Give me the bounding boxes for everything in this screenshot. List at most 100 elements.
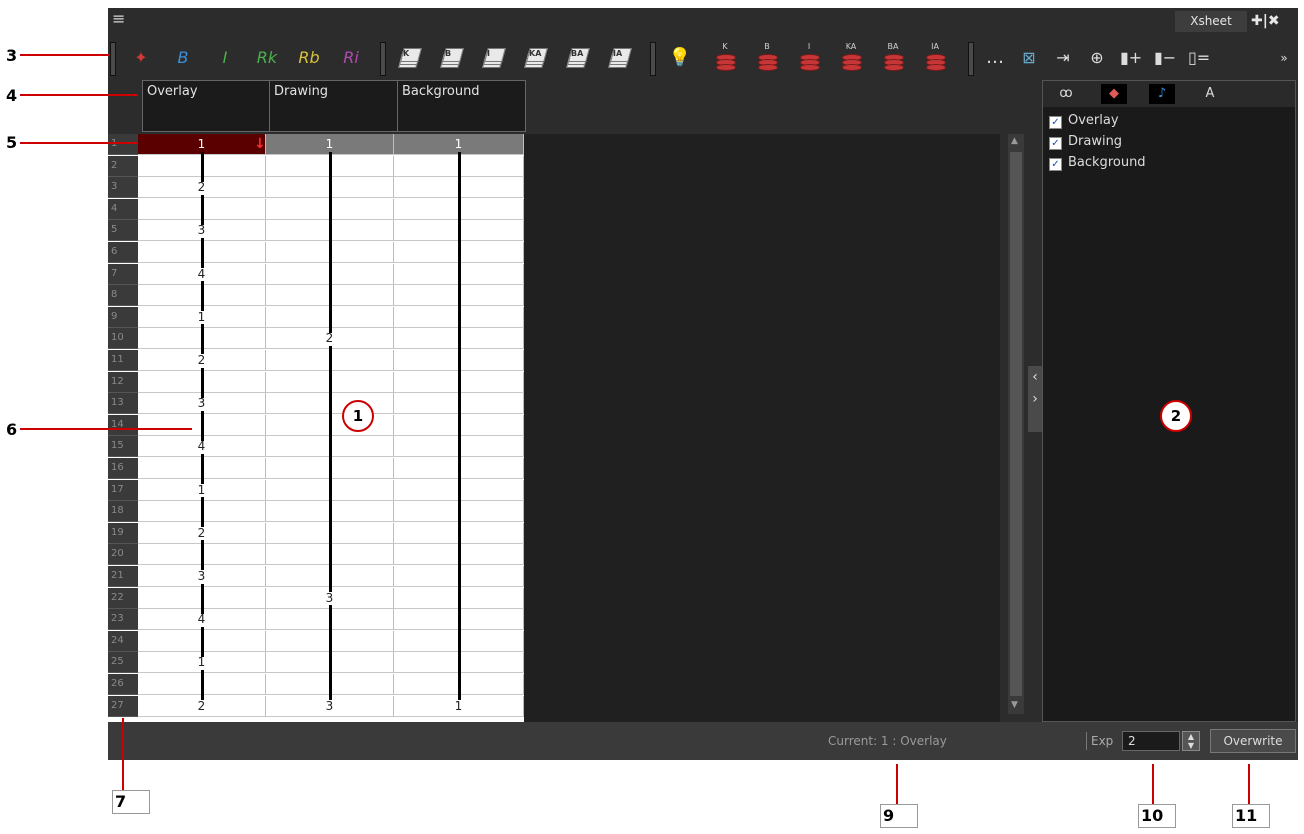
xsheet-window: ≡ Xsheet ✚|✖ ✦ B I Rk Rb Ri K B I KA BA IA 💡 K B I KA… [108,8,1298,760]
add-close-icons[interactable]: ✚|✖ [1251,11,1280,31]
frame-number[interactable]: 21 [108,566,138,587]
collapse-right-icon[interactable]: › [1028,388,1042,410]
exposure-input[interactable]: 2 [1122,731,1180,751]
frame-number[interactable]: 17 [108,480,138,501]
move-cells-icon[interactable]: ⇥ [1052,46,1074,70]
hold-line [201,670,204,700]
thumbnails-tab-icon[interactable]: ꝏ [1053,84,1079,104]
title-bar: ≡ Xsheet ✚|✖ [108,8,1298,34]
callout-5: 5 [6,133,18,152]
drawing-stack-ba-icon[interactable]: BA [566,48,590,68]
layer-stack-k-icon[interactable]: K [714,42,736,71]
menu-icon[interactable]: ≡ [112,11,128,29]
frame-number[interactable]: 24 [108,631,138,652]
layer-visibility-background[interactable]: ✓ Background [1049,153,1269,173]
hold-line [201,368,204,398]
sound-tab-icon[interactable]: ♪ [1149,84,1175,104]
frame-number[interactable]: 15 [108,436,138,457]
layer-stack-ka-icon[interactable]: KA [840,42,862,71]
add-drawing-icon[interactable]: ⊕ [1086,46,1108,70]
brush-b-icon[interactable]: B [170,46,196,70]
more-icon[interactable]: … [982,46,1008,70]
checkbox[interactable]: ✓ [1049,158,1062,171]
frame-number[interactable]: 13 [108,393,138,414]
callout-line [20,428,192,430]
callout-line [20,54,110,56]
column-header-drawing[interactable]: Drawing [269,80,398,132]
frame-number[interactable]: 5 [108,220,138,241]
callout-7: 7 [112,790,150,814]
toolbar-handle[interactable] [110,42,116,76]
frame-number[interactable]: 26 [108,674,138,695]
overflow-icon[interactable]: » [1276,46,1292,70]
checkbox[interactable]: ✓ [1049,116,1062,129]
checkbox[interactable]: ✓ [1049,137,1062,150]
callout-3: 3 [6,46,18,65]
clear-cell-icon[interactable]: ⊠ [1018,46,1040,70]
layer-stack-b-icon[interactable]: B [756,42,778,71]
column-header-overlay[interactable]: Overlay [142,80,270,132]
frame-number[interactable]: 7 [108,264,138,285]
lightbulb-add-icon[interactable]: 💡 [668,46,692,70]
callout-line [1248,764,1250,804]
layer-visibility-overlay[interactable]: ✓ Overlay [1049,111,1269,131]
drawing-stack-ka-icon[interactable]: KA [524,48,548,68]
vertical-scrollbar[interactable]: ▲ ▼ [1008,134,1024,714]
remove-frame-icon[interactable]: ▮− [1154,46,1176,70]
layer-visibility-drawing[interactable]: ✓ Drawing [1049,132,1269,152]
hold-line [201,281,204,311]
ri-icon[interactable]: Ri [338,46,364,70]
layer-stack-i-icon[interactable]: I [798,42,820,71]
insert-frame-icon[interactable]: ▮+ [1120,46,1142,70]
stepper-down-icon[interactable]: ▼ [1183,741,1199,750]
frame-number[interactable]: 23 [108,609,138,630]
frame-number[interactable]: 1 [108,134,138,155]
layer-stack-ia-icon[interactable]: IA [924,42,946,71]
fill-empty-icon[interactable]: ▯= [1188,46,1210,70]
rk-icon[interactable]: Rk [254,46,280,70]
overwrite-button[interactable]: Overwrite [1210,729,1296,753]
current-cell-readout: Current: 1 : Overlay [828,734,947,748]
frame-number[interactable]: 10 [108,328,138,349]
frame-number[interactable]: 11 [108,350,138,371]
frame-number[interactable]: 8 [108,285,138,306]
scroll-down-icon[interactable]: ▼ [1011,700,1018,710]
frame-number[interactable]: 25 [108,652,138,673]
tab-xsheet[interactable]: Xsheet [1175,11,1247,32]
frame-number[interactable]: 9 [108,307,138,328]
callout-4: 4 [6,86,18,105]
scroll-up-icon[interactable]: ▲ [1011,136,1018,146]
column-header-background[interactable]: Background [397,80,526,132]
frame-number[interactable]: 18 [108,501,138,522]
brush-i-icon[interactable]: I [212,46,238,70]
scrollbar-thumb[interactable] [1010,152,1022,696]
frame-number[interactable]: 22 [108,588,138,609]
drawing-stack-k-icon[interactable]: K [398,48,422,68]
colors-tab-icon[interactable]: ◆ [1101,84,1127,104]
frame-number[interactable]: 14 [108,415,138,436]
frame-number[interactable]: 3 [108,177,138,198]
frame-number[interactable]: 6 [108,242,138,263]
frame-number[interactable]: 2 [108,156,138,177]
exposure-stepper[interactable]: ▲ ▼ [1182,731,1200,751]
panel-collapse-toggle[interactable]: ‹ › [1028,366,1042,432]
frame-number[interactable]: 27 [108,696,138,717]
frame-number[interactable]: 16 [108,458,138,479]
annotation-tab-icon[interactable]: A [1197,84,1223,104]
toolbar: ✦ B I Rk Rb Ri K B I KA BA IA 💡 K B I KA BA IA … ⊠ ⇥ ⊕ … [108,36,1298,80]
status-bar: Current: 1 : Overlay Exp 2 ▲ ▼ Overwrite [108,722,1298,760]
frame-number[interactable]: 12 [108,372,138,393]
drawing-stack-ia-icon[interactable]: IA [608,48,632,68]
stepper-up-icon[interactable]: ▲ [1183,732,1199,741]
layer-stack-ba-icon[interactable]: BA [882,42,904,71]
callout-11: 11 [1232,804,1270,828]
collapse-left-icon[interactable]: ‹ [1028,366,1042,388]
frame-number[interactable]: 4 [108,199,138,220]
frame-number[interactable]: 19 [108,523,138,544]
drawing-stack-b-icon[interactable]: B [440,48,464,68]
hold-line [201,152,204,182]
drawing-stack-i-icon[interactable]: I [482,48,506,68]
frame-number[interactable]: 20 [108,544,138,565]
rb-icon[interactable]: Rb [296,46,322,70]
recolor-icon[interactable]: ✦ [128,46,154,70]
